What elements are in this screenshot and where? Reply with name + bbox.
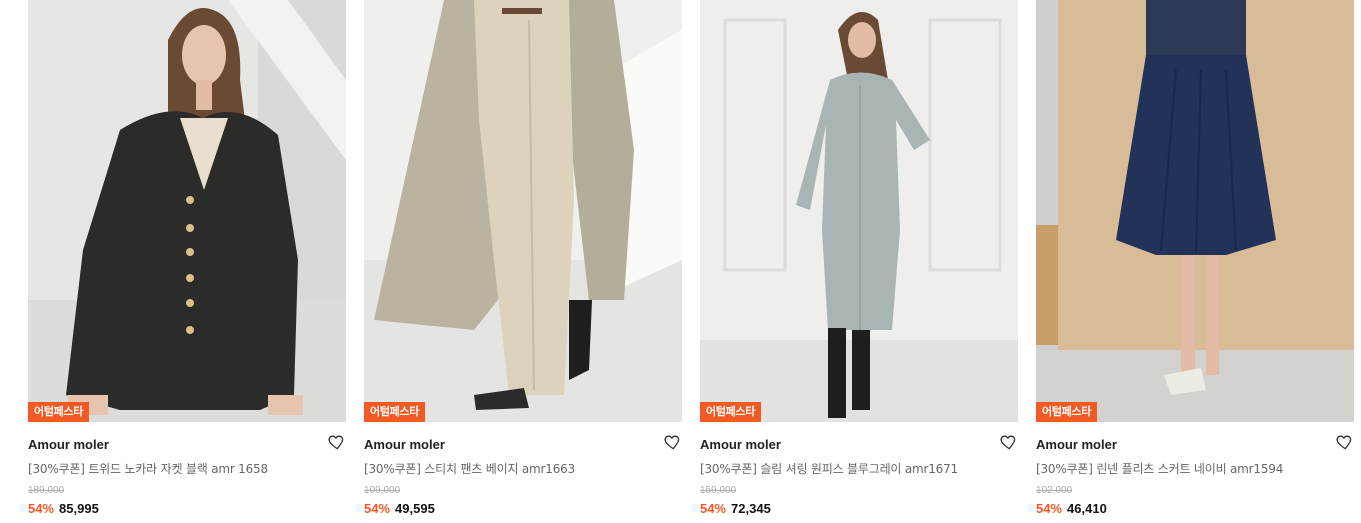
- product-title[interactable]: [30%쿠폰] 린넨 플리츠 스커트 네이비 amr1594: [1036, 460, 1283, 477]
- original-price: 189,000: [28, 485, 65, 496]
- price-line: 54% 85,995: [28, 501, 99, 516]
- sale-price: 85,995: [59, 501, 99, 516]
- product-grid: 어텀페스타 Amour moler [30%쿠폰] 트위드 노카라 자켓 블랙 …: [28, 0, 1354, 516]
- product-title[interactable]: [30%쿠폰] 슬림 셔링 원피스 블루그레이 amr1671: [700, 460, 958, 477]
- discount-rate: 54%: [364, 501, 391, 516]
- heart-icon[interactable]: [326, 432, 346, 452]
- product-title[interactable]: [30%쿠폰] 트위드 노카라 자켓 블랙 amr 1658: [28, 460, 268, 477]
- heart-icon[interactable]: [662, 432, 682, 452]
- original-price: 102,000: [1036, 485, 1073, 496]
- heart-icon[interactable]: [1334, 432, 1354, 452]
- product-image[interactable]: 어텀페스타: [1036, 0, 1354, 422]
- sale-price: 49,595: [395, 501, 435, 516]
- price-line: 54% 72,345: [700, 501, 771, 516]
- brand-name[interactable]: Amour moler: [364, 437, 445, 452]
- discount-rate: 54%: [28, 501, 55, 516]
- product-image[interactable]: 어텀페스타: [700, 0, 1018, 422]
- promo-badge: 어텀페스타: [700, 402, 762, 422]
- brand-name[interactable]: Amour moler: [700, 437, 781, 452]
- product-card[interactable]: 어텀페스타 Amour moler [30%쿠폰] 슬림 셔링 원피스 블루그레…: [700, 0, 1018, 516]
- promo-badge: 어텀페스타: [364, 402, 426, 422]
- brand-name[interactable]: Amour moler: [28, 437, 109, 452]
- original-price: 159,000: [700, 485, 737, 496]
- product-image[interactable]: 어텀페스타: [364, 0, 682, 422]
- promo-badge: 어텀페스타: [1036, 402, 1098, 422]
- discount-rate: 54%: [1036, 501, 1063, 516]
- original-price: 109,000: [364, 485, 401, 496]
- product-card[interactable]: 어텀페스타 Amour moler [30%쿠폰] 린넨 플리츠 스커트 네이비…: [1036, 0, 1354, 516]
- brand-name[interactable]: Amour moler: [1036, 437, 1117, 452]
- product-title[interactable]: [30%쿠폰] 스티치 팬츠 베이지 amr1663: [364, 460, 575, 477]
- price-line: 54% 46,410: [1036, 501, 1107, 516]
- product-card[interactable]: 어텀페스타 Amour moler [30%쿠폰] 스티치 팬츠 베이지 amr…: [364, 0, 682, 516]
- promo-badge: 어텀페스타: [28, 402, 90, 422]
- discount-rate: 54%: [700, 501, 727, 516]
- sale-price: 72,345: [731, 501, 771, 516]
- product-card[interactable]: 어텀페스타 Amour moler [30%쿠폰] 트위드 노카라 자켓 블랙 …: [28, 0, 346, 516]
- product-image[interactable]: 어텀페스타: [28, 0, 346, 422]
- sale-price: 46,410: [1067, 501, 1107, 516]
- heart-icon[interactable]: [998, 432, 1018, 452]
- price-line: 54% 49,595: [364, 501, 435, 516]
